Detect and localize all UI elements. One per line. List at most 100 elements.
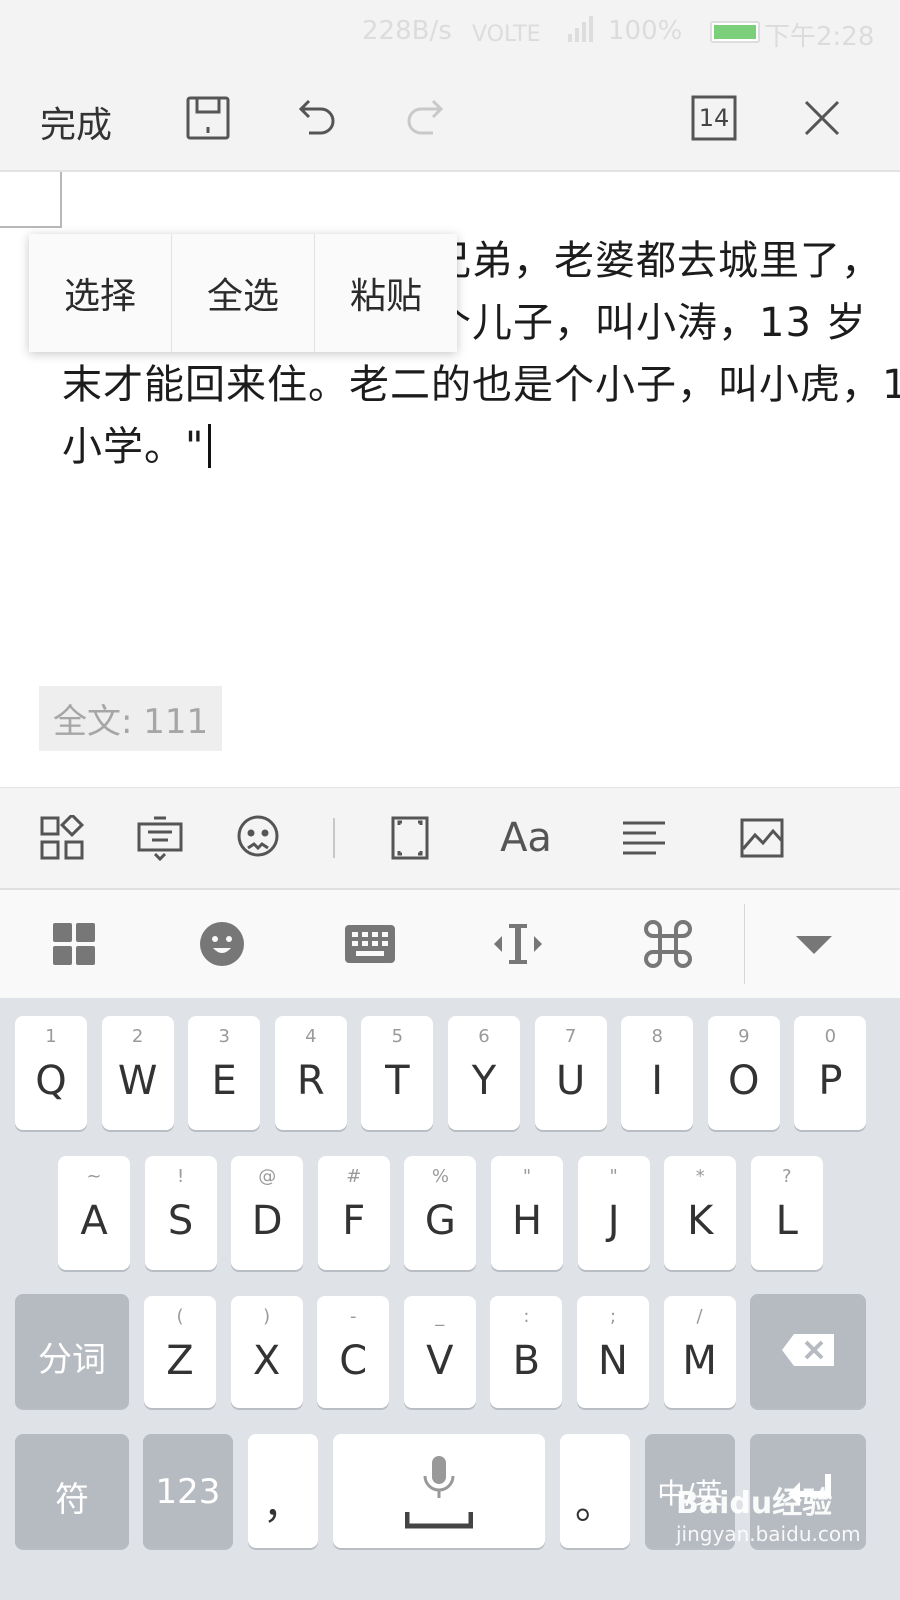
- key-label: K: [687, 1198, 714, 1244]
- font-size-value: 14: [698, 104, 730, 132]
- undo-icon[interactable]: [290, 92, 342, 144]
- keyboard-icon[interactable]: [344, 918, 396, 970]
- key-label: E: [211, 1058, 237, 1104]
- key-p[interactable]: 0P: [794, 1016, 867, 1130]
- battery-icon: [710, 21, 760, 43]
- text-context-menu: 选择 全选 粘贴: [29, 234, 457, 352]
- key-t[interactable]: 5T: [361, 1016, 434, 1130]
- close-icon[interactable]: [796, 92, 848, 144]
- key-label: O: [728, 1058, 760, 1104]
- key-label: L: [775, 1198, 798, 1244]
- select-all-menu-item[interactable]: 全选: [172, 234, 315, 352]
- key-label: M: [682, 1338, 717, 1384]
- key-label: J: [607, 1198, 620, 1244]
- comma-key[interactable]: ，: [248, 1434, 318, 1548]
- segment-key[interactable]: 分词: [15, 1294, 129, 1408]
- key-hint: %: [431, 1166, 449, 1187]
- network-speed: 228B/s: [362, 16, 452, 46]
- key-hint: 0: [824, 1026, 837, 1047]
- key-m[interactable]: / M: [663, 1296, 736, 1408]
- key-s[interactable]: ! S: [144, 1156, 217, 1270]
- font-icon[interactable]: Aa: [500, 812, 552, 864]
- comma-key-label: ，: [263, 1482, 303, 1528]
- key-label: G: [424, 1198, 456, 1244]
- document-line[interactable]: 小学。": [62, 414, 212, 472]
- cursor-move-icon[interactable]: [492, 918, 544, 970]
- backspace-icon: [782, 1334, 834, 1366]
- key-x[interactable]: ) X: [230, 1296, 303, 1408]
- number-key[interactable]: 123: [143, 1434, 233, 1548]
- key-hint: 7: [564, 1026, 577, 1047]
- key-label: I: [651, 1058, 664, 1104]
- key-d[interactable]: @ D: [231, 1156, 304, 1270]
- key-l[interactable]: ? L: [750, 1156, 823, 1270]
- editor-toolbar: 完成 14: [0, 66, 900, 172]
- key-v[interactable]: _ V: [403, 1296, 476, 1408]
- document-line[interactable]: 末才能回来住。老二的也是个小子，叫小虎，1: [62, 352, 900, 410]
- crop-icon[interactable]: [384, 812, 436, 864]
- key-hint: ?: [782, 1166, 792, 1187]
- key-r[interactable]: 4R: [274, 1016, 347, 1130]
- collapse-icon[interactable]: [788, 918, 840, 970]
- select-menu-item[interactable]: 选择: [29, 234, 172, 352]
- grid-icon[interactable]: [36, 812, 88, 864]
- period-key-label: 。: [575, 1482, 615, 1528]
- paste-menu-item[interactable]: 粘贴: [315, 234, 457, 352]
- key-z[interactable]: (Z: [144, 1296, 216, 1408]
- command-icon[interactable]: [642, 918, 694, 970]
- key-hint: 4: [305, 1026, 317, 1047]
- key-label: Q: [35, 1058, 67, 1104]
- align-icon[interactable]: [618, 812, 670, 864]
- key-c[interactable]: -C: [317, 1296, 390, 1408]
- key-hint: 5: [391, 1026, 404, 1047]
- key-y[interactable]: 6Y: [448, 1016, 520, 1130]
- key-h[interactable]: " H: [491, 1156, 563, 1270]
- backspace-key[interactable]: [750, 1294, 866, 1408]
- number-key-label: 123: [155, 1472, 221, 1512]
- key-g[interactable]: % G: [404, 1156, 477, 1270]
- font-size-icon[interactable]: 14: [688, 92, 740, 144]
- save-icon[interactable]: [182, 92, 234, 144]
- battery-percent: 100%: [608, 16, 683, 46]
- key-hint: 6: [478, 1026, 490, 1047]
- image-icon[interactable]: [736, 812, 788, 864]
- key-a[interactable]: ~ A: [58, 1156, 130, 1270]
- key-hint: *: [695, 1166, 705, 1187]
- key-u[interactable]: 7U: [534, 1016, 607, 1130]
- clock: 下午2:28: [764, 22, 875, 52]
- key-e[interactable]: 3E: [188, 1016, 261, 1130]
- key-o[interactable]: 9O: [707, 1016, 780, 1130]
- symbol-key[interactable]: 符: [15, 1434, 129, 1548]
- key-hint: 8: [651, 1026, 663, 1047]
- key-q[interactable]: 1Q: [15, 1016, 87, 1130]
- key-hint: @: [258, 1166, 277, 1187]
- apps-icon[interactable]: [48, 918, 100, 970]
- key-label: P: [818, 1058, 843, 1104]
- emoji-icon[interactable]: [232, 812, 284, 864]
- redo-icon[interactable]: [400, 92, 452, 144]
- word-count-badge: 全文: 111: [39, 686, 223, 751]
- key-j[interactable]: " J: [577, 1156, 650, 1270]
- toolbar-divider: [333, 818, 335, 858]
- key-w[interactable]: 2W: [101, 1016, 174, 1130]
- space-key[interactable]: [333, 1434, 545, 1548]
- key-label: Y: [471, 1058, 497, 1104]
- key-i[interactable]: 8I: [621, 1016, 694, 1130]
- smiley-icon[interactable]: [196, 918, 248, 970]
- volte-indicator: VOLTE: [472, 22, 541, 47]
- keyboard-icon[interactable]: [134, 812, 186, 864]
- period-key[interactable]: 。: [560, 1434, 630, 1548]
- key-label: S: [167, 1198, 194, 1244]
- microphone-icon: [405, 1456, 473, 1529]
- done-button[interactable]: 完成: [40, 96, 112, 148]
- key-label: D: [251, 1198, 283, 1244]
- key-b[interactable]: :B: [490, 1296, 563, 1408]
- key-f[interactable]: # F: [317, 1156, 390, 1270]
- key-hint: 3: [218, 1026, 230, 1047]
- key-hint: #: [346, 1166, 362, 1187]
- key-k[interactable]: * K: [664, 1156, 737, 1270]
- key-label: W: [117, 1058, 158, 1104]
- key-label: V: [426, 1338, 454, 1384]
- ime-toolbar: [0, 890, 900, 998]
- key-n[interactable]: ; N: [577, 1296, 649, 1408]
